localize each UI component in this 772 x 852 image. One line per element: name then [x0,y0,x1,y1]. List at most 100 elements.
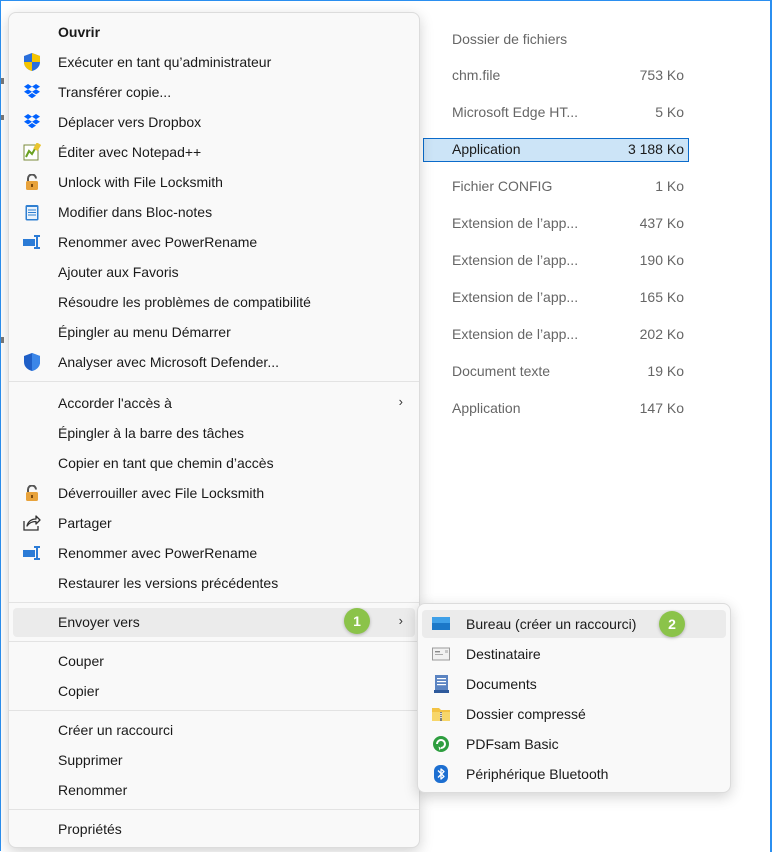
menu-item-label: Propriétés [58,821,122,837]
notepad-icon [23,203,41,221]
file-type-cell: Extension de l’app... [452,289,579,305]
menu-item-cut[interactable]: Couper [13,647,415,676]
file-size-cell: 437 Ko [639,215,684,231]
submenu-item-label: Bureau (créer un raccourci) [466,616,637,632]
submenu-item-pdfsam[interactable]: PDFsam Basic [422,730,726,758]
edge-mark [1,115,4,120]
file-row[interactable]: Extension de l’app... 190 Ko [423,249,689,273]
menu-item-scan-defender[interactable]: Analyser avec Microsoft Defender... [13,348,415,377]
menu-item-edit-notepad[interactable]: Modifier dans Bloc-notes [13,198,415,227]
submenu-item-label: Dossier compressé [466,706,586,722]
menu-item-label: Ajouter aux Favoris [58,264,179,280]
menu-item-label: Accorder l'accès à [58,395,172,411]
menu-item-label: Restaurer les versions précédentes [58,575,279,591]
menu-item-label: Transférer copie... [58,84,172,100]
menu-separator [9,381,419,382]
file-size-cell: 753 Ko [639,67,684,83]
menu-item-transfer-copy[interactable]: Transférer copie... [13,78,415,107]
menu-item-share[interactable]: Partager [13,509,415,538]
menu-item-label: Couper [58,653,104,669]
menu-item-restore-versions[interactable]: Restaurer les versions précédentes [13,569,415,598]
file-row[interactable]: Extension de l’app... 202 Ko [423,323,689,347]
padlock-icon [23,173,41,191]
file-row[interactable]: Extension de l’app... 437 Ko [423,212,689,236]
menu-item-label: Éditer avec Notepad++ [58,144,202,160]
menu-item-powerrename-2[interactable]: Renommer avec PowerRename [13,539,415,568]
menu-item-move-to-dropbox[interactable]: Déplacer vers Dropbox [13,108,415,137]
desktop-icon [432,615,450,633]
file-size-cell: 5 Ko [655,104,684,120]
file-row[interactable]: Document texte 19 Ko [423,360,689,384]
menu-item-give-access[interactable]: Accorder l'accès à › [13,389,415,418]
file-size-cell: 165 Ko [639,289,684,305]
menu-item-rename[interactable]: Renommer [13,776,415,805]
powerrename-icon [23,233,41,251]
submenu-item-label: Documents [466,676,537,692]
file-row-selected[interactable]: Application 3 188 Ko [423,138,689,162]
menu-item-label: Ouvrir [58,24,101,40]
file-row[interactable]: Extension de l’app... 165 Ko [423,286,689,310]
pdfsam-icon [432,735,450,753]
notepadpp-icon [23,143,41,161]
menu-item-delete[interactable]: Supprimer [13,746,415,775]
menu-item-label: Déplacer vers Dropbox [58,114,202,130]
documents-icon [432,675,450,693]
submenu-item-zip-folder[interactable]: Dossier compressé [422,700,726,728]
menu-item-label: Partager [58,515,112,531]
menu-item-edit-notepadpp[interactable]: Éditer avec Notepad++ [13,138,415,167]
menu-item-label: Épingler à la barre des tâches [58,425,244,441]
file-size-cell: 190 Ko [639,252,684,268]
file-row[interactable]: Fichier CONFIG 1 Ko [423,175,689,199]
menu-item-run-as-admin[interactable]: Exécuter en tant qu’administrateur [13,48,415,77]
menu-item-unlock-file-locksmith-fr[interactable]: Déverrouiller avec File Locksmith [13,479,415,508]
menu-item-troubleshoot-compat[interactable]: Résoudre les problèmes de compatibilité [13,288,415,317]
menu-item-label: Copier [58,683,100,699]
edge-mark [1,78,4,84]
menu-item-label: Renommer avec PowerRename [58,234,258,250]
file-type-cell: Fichier CONFIG [452,178,553,194]
padlock-icon [23,484,41,502]
menu-separator [9,641,419,642]
menu-item-add-favorites[interactable]: Ajouter aux Favoris [13,258,415,287]
menu-item-copy-as-path[interactable]: Copier en tant que chemin d’accès [13,449,415,478]
zip-folder-icon [432,705,450,723]
uac-shield-icon [23,53,41,71]
menu-item-label: Renommer [58,782,128,798]
file-type-cell: Application [452,400,521,416]
menu-separator [9,602,419,603]
file-type-cell: chm.file [452,67,501,83]
submenu-item-documents[interactable]: Documents [422,670,726,698]
chevron-right-icon: › [398,394,403,409]
file-size-cell: 202 Ko [639,326,684,342]
file-row[interactable]: chm.file 753 Ko [423,64,689,88]
file-type-cell: Dossier de fichiers [452,31,568,47]
share-icon [23,514,41,532]
step-badge-1: 1 [344,608,370,634]
menu-item-unlock-file-locksmith[interactable]: Unlock with File Locksmith [13,168,415,197]
menu-separator [9,809,419,810]
menu-item-copy[interactable]: Copier [13,677,415,706]
menu-item-label: Renommer avec PowerRename [58,545,258,561]
file-size-cell: 147 Ko [639,400,684,416]
menu-item-label: Analyser avec Microsoft Defender... [58,354,279,370]
menu-item-powerrename[interactable]: Renommer avec PowerRename [13,228,415,257]
menu-item-label: Envoyer vers [58,614,140,630]
menu-item-properties[interactable]: Propriétés [13,815,415,844]
menu-item-open[interactable]: Ouvrir [13,18,415,47]
mail-recipient-icon [432,645,450,663]
submenu-item-bluetooth[interactable]: Périphérique Bluetooth [422,760,726,788]
menu-item-label: Épingler au menu Démarrer [58,324,231,340]
file-row[interactable]: Application 147 Ko [423,397,689,421]
menu-item-pin-start[interactable]: Épingler au menu Démarrer [13,318,415,347]
submenu-item-label: PDFsam Basic [466,736,559,752]
menu-item-create-shortcut[interactable]: Créer un raccourci [13,716,415,745]
submenu-item-recipient[interactable]: Destinataire [422,640,726,668]
menu-item-pin-taskbar[interactable]: Épingler à la barre des tâches [13,419,415,448]
menu-item-label: Exécuter en tant qu’administrateur [58,54,272,70]
edge-mark [1,337,4,343]
file-type-cell: Extension de l’app... [452,252,579,268]
file-row[interactable]: Microsoft Edge HT... 5 Ko [423,101,689,125]
menu-item-label: Déverrouiller avec File Locksmith [58,485,265,501]
submenu-item-label: Périphérique Bluetooth [466,766,609,782]
menu-item-label: Unlock with File Locksmith [58,174,223,190]
